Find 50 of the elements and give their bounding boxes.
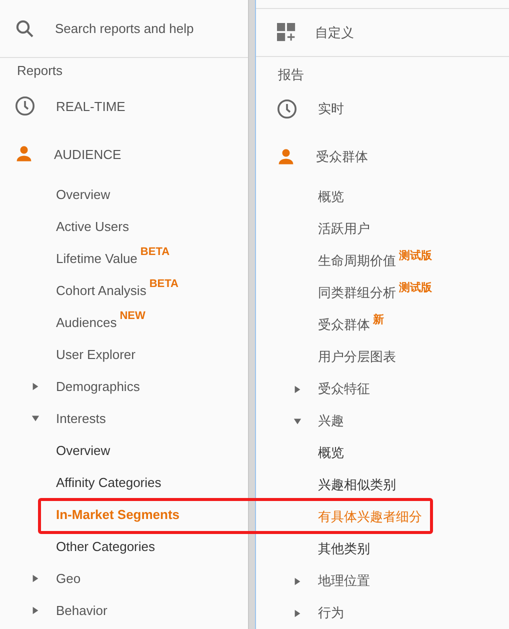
- nav-item[interactable]: 兴趣相似类别: [318, 476, 396, 494]
- nav-item[interactable]: 兴趣: [318, 412, 344, 430]
- nav-item[interactable]: Geo: [56, 570, 81, 586]
- expand-arrow-icon[interactable]: [293, 384, 302, 394]
- nav-item[interactable]: Active Users: [56, 218, 129, 234]
- status-tag: 测试版: [399, 248, 432, 262]
- nav-category[interactable]: AUDIENCE: [54, 146, 122, 162]
- nav-item[interactable]: User Explorer: [56, 346, 136, 362]
- nav-item[interactable]: Interests: [56, 410, 106, 426]
- nav-item[interactable]: Affinity Categories: [56, 474, 162, 490]
- nav-category[interactable]: 实时: [318, 100, 344, 118]
- nav-item[interactable]: 概览: [318, 444, 344, 462]
- status-tag: NEW: [120, 310, 146, 322]
- expand-arrow-icon[interactable]: [293, 608, 302, 618]
- nav-category[interactable]: 受众群体: [316, 148, 368, 166]
- collapse-arrow-icon[interactable]: [293, 416, 302, 426]
- nav-item[interactable]: 概览: [318, 188, 344, 206]
- search-icon[interactable]: [15, 18, 35, 38]
- nav-item[interactable]: Overview: [56, 442, 110, 458]
- search-field[interactable]: Search reports and help: [55, 19, 225, 38]
- dashboard-add-icon: [277, 23, 296, 42]
- nav-item[interactable]: 用户分层图表: [318, 348, 396, 366]
- nav-item[interactable]: Behavior: [56, 602, 108, 618]
- nav-item[interactable]: Cohort Analysis: [56, 282, 146, 298]
- nav-item[interactable]: Audiences: [56, 314, 117, 330]
- nav-item[interactable]: 地理位置: [318, 572, 370, 590]
- status-tag: BETA: [149, 278, 178, 290]
- status-tag: BETA: [140, 246, 170, 258]
- nav-item[interactable]: Lifetime Value: [56, 250, 138, 266]
- nav-item[interactable]: 生命周期价值: [318, 252, 396, 270]
- nav-item[interactable]: 活跃用户: [318, 220, 370, 238]
- nav-item[interactable]: 同类群组分析: [318, 284, 396, 302]
- expand-arrow-icon[interactable]: [293, 576, 302, 586]
- status-tag: 新: [373, 312, 384, 326]
- collapse-arrow-icon[interactable]: [31, 414, 40, 422]
- expand-arrow-icon[interactable]: [31, 382, 40, 390]
- customize-button[interactable]: 自定义: [277, 23, 354, 42]
- section-title: Reports: [16, 62, 64, 80]
- nav-item[interactable]: Overview: [56, 186, 110, 202]
- expand-arrow-icon[interactable]: [31, 606, 40, 614]
- nav-item[interactable]: 行为: [318, 604, 344, 622]
- nav-category[interactable]: REAL-TIME: [56, 98, 126, 114]
- expand-arrow-icon[interactable]: [31, 574, 40, 582]
- status-tag: 测试版: [399, 280, 432, 294]
- nav-item[interactable]: Demographics: [56, 378, 140, 394]
- nav-item[interactable]: 其他类别: [318, 540, 370, 558]
- nav-item[interactable]: 受众特征: [318, 380, 370, 398]
- nav-item[interactable]: Other Categories: [56, 538, 155, 554]
- section-title: 报告: [277, 66, 305, 84]
- nav-item[interactable]: 受众群体: [318, 316, 370, 334]
